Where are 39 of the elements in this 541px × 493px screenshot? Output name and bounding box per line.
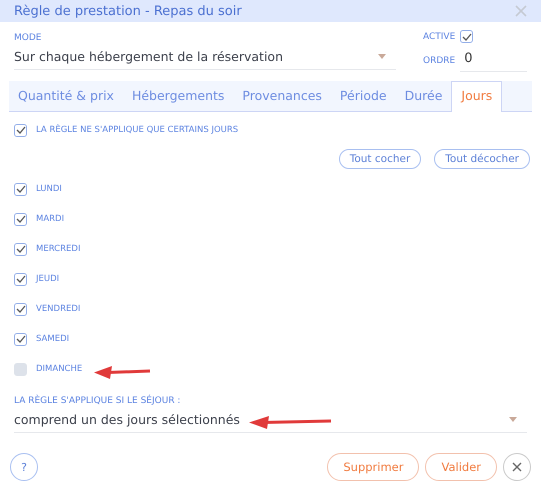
active-label: ACTIVE — [423, 32, 456, 42]
select-all-button[interactable]: Tout cocher — [338, 149, 422, 169]
day-checkbox[interactable] — [14, 302, 27, 316]
action-button[interactable]: Supprimer — [327, 453, 420, 481]
help-button[interactable]: ? — [10, 453, 38, 481]
select-all-button[interactable]: Tout décocher — [434, 149, 530, 169]
condition-label: LA RÈGLE S'APPLIQUE SI LE SÉJOUR : — [14, 396, 182, 406]
arrow-drawing — [94, 365, 152, 379]
day-checkbox[interactable] — [14, 242, 27, 256]
tab[interactable]: Quantité & prix — [9, 82, 123, 111]
active-checkbox[interactable] — [460, 30, 474, 43]
day-checkbox[interactable] — [14, 212, 27, 226]
day-label: LUNDI — [36, 184, 62, 194]
tab[interactable]: Période — [330, 82, 396, 111]
day-checkbox[interactable] — [14, 182, 27, 196]
tab[interactable]: Hébergements — [122, 82, 234, 111]
day-label: MARDI — [36, 214, 64, 224]
day-label: VENDREDI — [36, 304, 80, 314]
tab[interactable]: Jours — [451, 81, 502, 112]
checkbox[interactable] — [14, 124, 27, 136]
day-label: SAMEDI — [36, 334, 70, 344]
close-button[interactable] — [503, 453, 531, 481]
day-label: JEUDI — [36, 274, 60, 284]
day-checkbox[interactable] — [14, 332, 27, 346]
tab[interactable]: Durée — [396, 82, 452, 111]
window-title: Règle de prestation - Repas du soir — [14, 4, 242, 18]
caret-icon — [509, 417, 517, 422]
mode-select[interactable]: Sur chaque hébergement de la réservation — [14, 47, 396, 70]
order-field[interactable]: 0 — [460, 49, 527, 72]
tab[interactable]: Provenances — [233, 82, 331, 111]
checkbox-label: LA RÈGLE NE S'APPLIQUE QUE CERTAINS JOURS — [36, 125, 238, 135]
caret-icon — [378, 54, 386, 59]
action-button[interactable]: Valider — [425, 453, 497, 481]
close-icon — [512, 462, 522, 472]
mode-label: MODE — [14, 33, 42, 43]
order-label: ORDRE — [423, 56, 456, 66]
day-label: DIMANCHE — [36, 364, 82, 374]
day-checkbox[interactable] — [14, 272, 27, 286]
day-label: MERCREDI — [36, 244, 80, 254]
